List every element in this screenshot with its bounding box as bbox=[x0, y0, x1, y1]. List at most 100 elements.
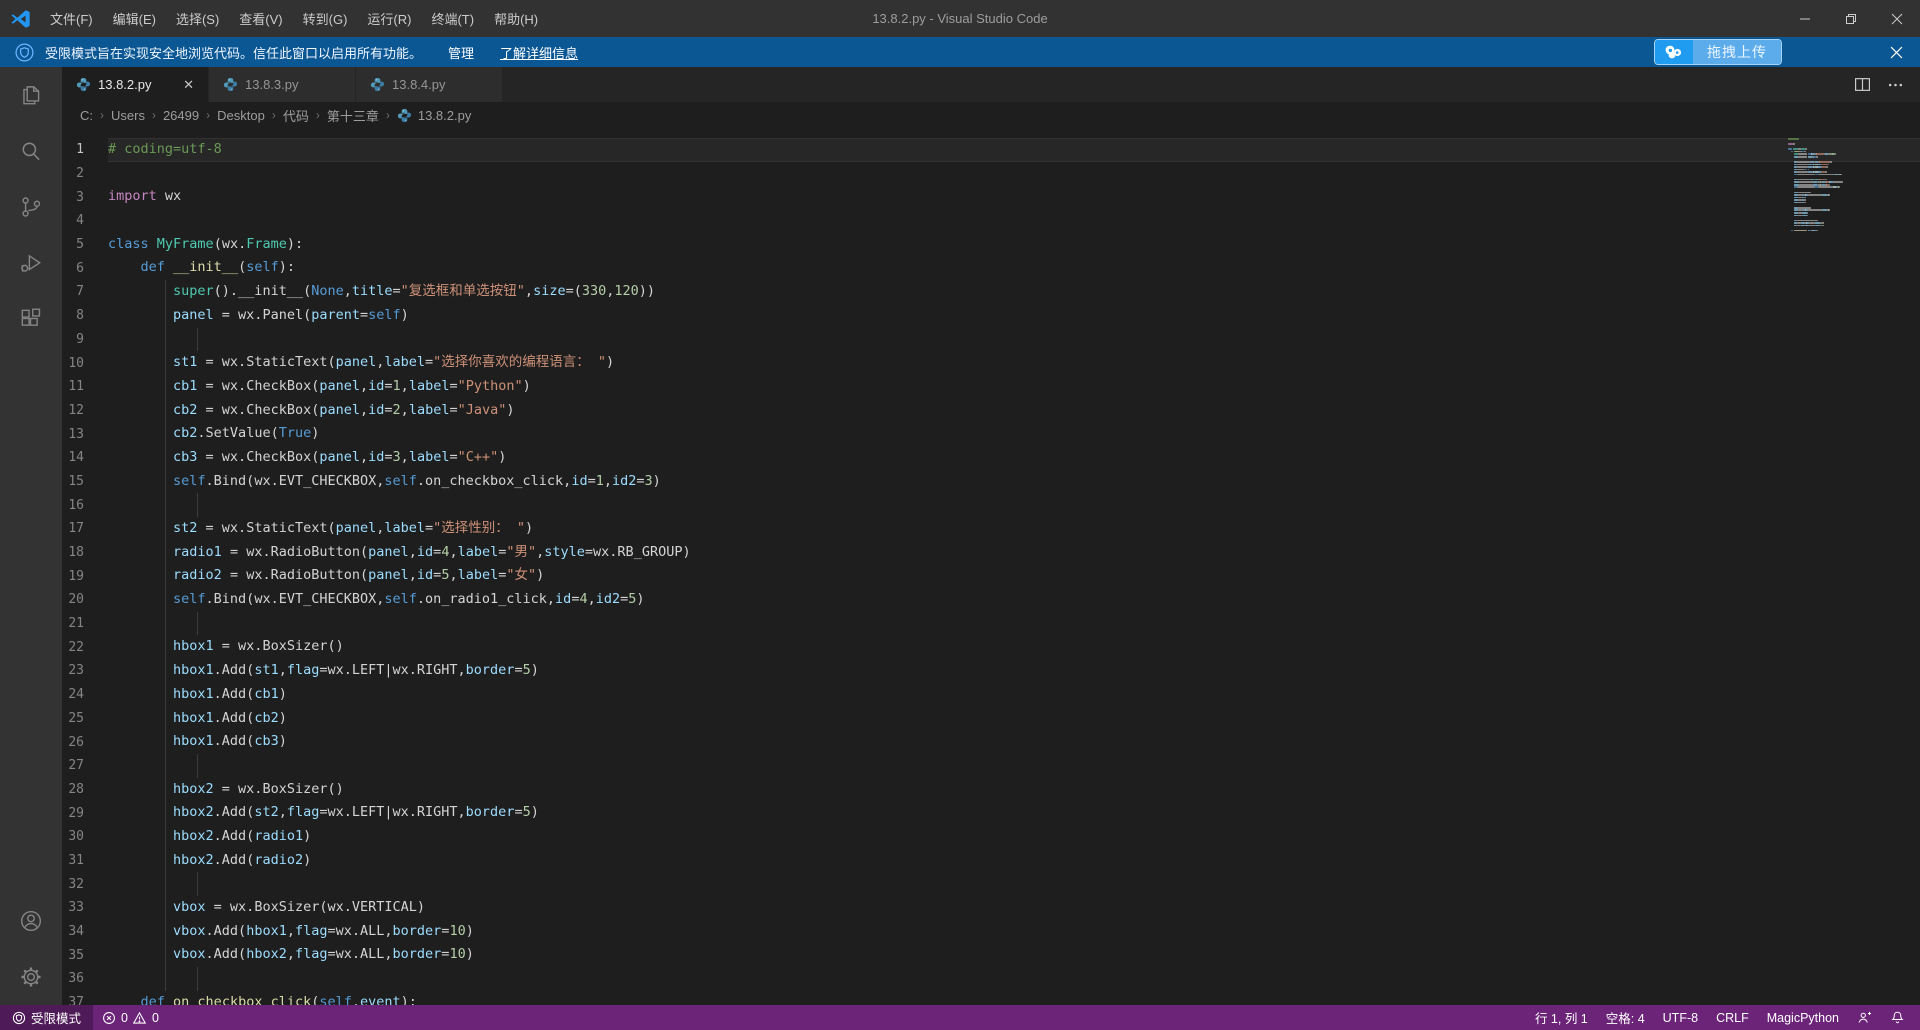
code-area[interactable]: 1 # coding=utf-8 2 3 import wx 4 5 class MyFram… bbox=[62, 138, 1920, 1005]
minimap-line bbox=[1796, 168, 1805, 171]
code-line-10[interactable]: 10 st1 = wx.StaticText(panel,label="选择你喜… bbox=[62, 351, 1920, 375]
breadcrumb-item-1[interactable]: Users bbox=[111, 108, 145, 123]
breadcrumb-item-2[interactable]: 26499 bbox=[163, 108, 199, 123]
code-line-19[interactable]: 19 radio2 = wx.RadioButton(panel,id=5,la… bbox=[62, 564, 1920, 589]
minimap-line bbox=[1798, 181, 1813, 184]
minimap-line bbox=[1822, 222, 1824, 224]
account-icon[interactable] bbox=[0, 893, 62, 949]
learn-more-link[interactable]: 了解详细信息 bbox=[500, 43, 578, 62]
breadcrumb-item-4[interactable]: 代码 bbox=[283, 106, 309, 125]
drag-upload-button[interactable]: 拖拽上传 bbox=[1654, 39, 1782, 65]
status-cursor-position[interactable]: 行 1, 列 1 bbox=[1526, 1005, 1597, 1030]
code-line-16[interactable]: 16 bbox=[62, 493, 1920, 517]
explorer-icon[interactable] bbox=[0, 67, 62, 123]
code-line-12[interactable]: 12 cb2 = wx.CheckBox(panel,id=2,label="J… bbox=[62, 398, 1920, 423]
more-actions-icon[interactable] bbox=[1887, 76, 1904, 93]
status-eol[interactable]: CRLF bbox=[1707, 1005, 1758, 1030]
code-line-29[interactable]: 29 hbox2.Add(st2,flag=wx.LEFT|wx.RIGHT,b… bbox=[62, 801, 1920, 825]
code-line-14[interactable]: 14 cb3 = wx.CheckBox(panel,id=3,label="C… bbox=[62, 445, 1920, 470]
code-line-9[interactable]: 9 bbox=[62, 327, 1920, 352]
tab-label: 13.8.3.py bbox=[245, 77, 299, 92]
breadcrumb-file[interactable]: 13.8.2.py bbox=[397, 108, 471, 123]
tabs: 13.8.2.py ✕ 13.8.3.py 13.8.4.py bbox=[62, 67, 503, 102]
code-line-18[interactable]: 18 radio1 = wx.RadioButton(panel,id=4,la… bbox=[62, 540, 1920, 565]
code-line-4[interactable]: 4 bbox=[62, 209, 1920, 233]
restore-button[interactable] bbox=[1828, 0, 1874, 37]
chevron-right-icon: › bbox=[271, 108, 276, 122]
code-line-15[interactable]: 15 self.Bind(wx.EVT_CHECKBOX,self.on_che… bbox=[62, 469, 1920, 494]
menu-item-4[interactable]: 转到(G) bbox=[293, 0, 358, 37]
code-line-26[interactable]: 26 hbox1.Add(cb3) bbox=[62, 730, 1920, 754]
tab-13.8.4.py[interactable]: 13.8.4.py bbox=[356, 67, 503, 102]
code-line-35[interactable]: 35 vbox.Add(hbox2,flag=wx.ALL,border=10) bbox=[62, 943, 1920, 968]
line-number: 19 bbox=[68, 568, 84, 584]
line-content: super().__init__(None,title="复选框和单选按钮",s… bbox=[173, 283, 656, 300]
code-line-5[interactable]: 5 class MyFrame(wx.Frame): bbox=[62, 233, 1920, 257]
code-line-28[interactable]: 28 hbox2 = wx.BoxSizer() bbox=[62, 777, 1920, 802]
code-line-2[interactable]: 2 bbox=[62, 162, 1920, 186]
breadcrumb-item-5[interactable]: 第十三章 bbox=[327, 106, 379, 125]
code-line-32[interactable]: 32 bbox=[62, 872, 1920, 896]
code-line-13[interactable]: 13 cb2.SetValue(True) bbox=[62, 422, 1920, 446]
tab-13.8.2.py[interactable]: 13.8.2.py ✕ bbox=[62, 67, 209, 102]
menu-item-1[interactable]: 编辑(E) bbox=[103, 0, 166, 37]
chevron-right-icon: › bbox=[315, 108, 320, 122]
line-content: cb3 = wx.CheckBox(panel,id=3,label="C++"… bbox=[173, 448, 507, 465]
menu-item-2[interactable]: 选择(S) bbox=[166, 0, 229, 37]
breadcrumb-item-0[interactable]: C: bbox=[80, 108, 93, 123]
code-line-7[interactable]: 7 super().__init__(None,title="复选框和单选按钮"… bbox=[62, 280, 1920, 304]
code-line-1[interactable]: 1 # coding=utf-8 bbox=[62, 138, 1920, 162]
settings-gear-icon[interactable] bbox=[0, 949, 62, 1005]
close-window-button[interactable] bbox=[1874, 0, 1920, 37]
code-line-25[interactable]: 25 hbox1.Add(cb2) bbox=[62, 706, 1920, 731]
code-line-20[interactable]: 20 self.Bind(wx.EVT_CHECKBOX,self.on_rad… bbox=[62, 588, 1920, 612]
code-line-30[interactable]: 30 hbox2.Add(radio1) bbox=[62, 824, 1920, 849]
menu-item-5[interactable]: 运行(R) bbox=[357, 0, 421, 37]
code-line-34[interactable]: 34 vbox.Add(hbox1,flag=wx.ALL,border=10) bbox=[62, 919, 1920, 944]
bell-icon[interactable] bbox=[1881, 1005, 1914, 1030]
code-line-37[interactable]: 37 def on_checkbox_click(self,event): bbox=[62, 991, 1920, 1005]
banner-close-icon[interactable] bbox=[1886, 42, 1906, 62]
line-content: radio2 = wx.RadioButton(panel,id=5,label… bbox=[173, 567, 545, 584]
menu-item-3[interactable]: 查看(V) bbox=[229, 0, 292, 37]
code-line-21[interactable]: 21 bbox=[62, 611, 1920, 636]
search-icon[interactable] bbox=[0, 123, 62, 179]
tab-close-icon[interactable]: ✕ bbox=[179, 75, 198, 95]
status-language-mode[interactable]: MagicPython bbox=[1758, 1005, 1848, 1030]
feedback-icon[interactable] bbox=[1848, 1005, 1881, 1030]
status-problems[interactable]: 0 0 bbox=[93, 1005, 168, 1030]
code-line-36[interactable]: 36 bbox=[62, 967, 1920, 991]
status-restricted-mode[interactable]: 受限模式 bbox=[0, 1005, 94, 1030]
indent-guide bbox=[197, 872, 198, 896]
code-line-31[interactable]: 31 hbox2.Add(radio2) bbox=[62, 848, 1920, 873]
source-control-icon[interactable] bbox=[0, 179, 62, 235]
breadcrumb-item-3[interactable]: Desktop bbox=[217, 108, 265, 123]
code-line-11[interactable]: 11 cb1 = wx.CheckBox(panel,id=1,label="P… bbox=[62, 374, 1920, 399]
extensions-icon[interactable] bbox=[0, 291, 62, 347]
split-editor-icon[interactable] bbox=[1854, 76, 1871, 93]
status-encoding[interactable]: UTF-8 bbox=[1654, 1005, 1707, 1030]
code-line-6[interactable]: 6 def __init__(self): bbox=[62, 256, 1920, 280]
minimap[interactable] bbox=[1788, 138, 1868, 238]
run-debug-icon[interactable] bbox=[0, 235, 62, 291]
code-editor[interactable]: 1 # coding=utf-8 2 3 import wx 4 5 class MyFram… bbox=[62, 128, 1920, 1005]
minimap-line bbox=[1808, 194, 1823, 196]
manage-link[interactable]: 管理 bbox=[448, 43, 474, 62]
line-content: # coding=utf-8 bbox=[108, 138, 1920, 162]
code-line-24[interactable]: 24 hbox1.Add(cb1) bbox=[62, 682, 1920, 707]
code-line-8[interactable]: 8 panel = wx.Panel(parent=self) bbox=[62, 303, 1920, 328]
code-line-23[interactable]: 23 hbox1.Add(st1,flag=wx.LEFT|wx.RIGHT,b… bbox=[62, 659, 1920, 683]
menu-item-7[interactable]: 帮助(H) bbox=[484, 0, 548, 37]
line-content: hbox1.Add(cb2) bbox=[173, 709, 287, 726]
code-line-27[interactable]: 27 bbox=[62, 753, 1920, 778]
menu-item-0[interactable]: 文件(F) bbox=[40, 0, 103, 37]
status-indentation[interactable]: 空格: 4 bbox=[1597, 1005, 1654, 1030]
code-line-3[interactable]: 3 import wx bbox=[62, 185, 1920, 209]
minimap-line bbox=[1798, 206, 1811, 209]
code-line-22[interactable]: 22 hbox1 = wx.BoxSizer() bbox=[62, 635, 1920, 660]
tab-13.8.3.py[interactable]: 13.8.3.py bbox=[209, 67, 356, 102]
code-line-33[interactable]: 33 vbox = wx.BoxSizer(wx.VERTICAL) bbox=[62, 896, 1920, 920]
code-line-17[interactable]: 17 st2 = wx.StaticText(panel,label="选择性别… bbox=[62, 517, 1920, 541]
minimize-button[interactable] bbox=[1782, 0, 1828, 37]
menu-item-6[interactable]: 终端(T) bbox=[421, 0, 484, 37]
